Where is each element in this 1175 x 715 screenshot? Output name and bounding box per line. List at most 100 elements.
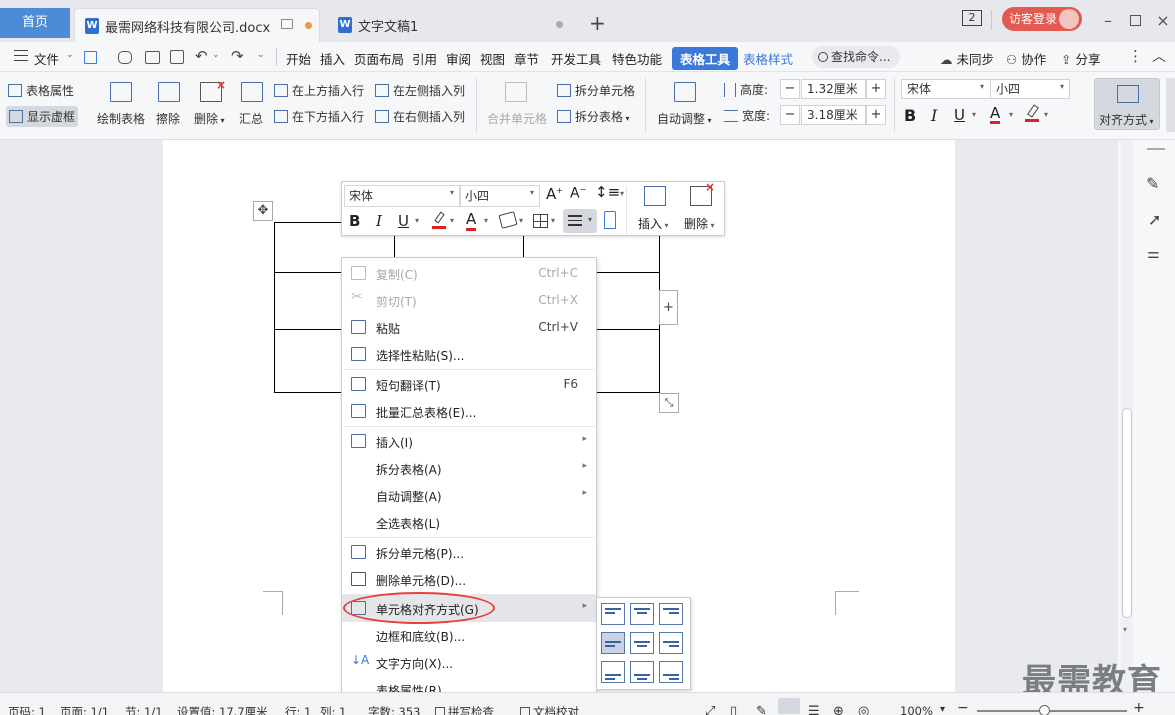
ctx-select-table[interactable]: 全选表格(L)	[342, 509, 596, 536]
ctx-delete-cells[interactable]: 删除单元格(D)...	[342, 566, 596, 593]
select-cursor-icon[interactable]: ➚	[1148, 210, 1161, 229]
mini-underline-button[interactable]: U	[398, 212, 409, 230]
doc-proofread-toggle[interactable]: 文档校对	[520, 704, 579, 715]
auto-fit-button[interactable]: 自动调整 ▾	[657, 110, 712, 127]
mini-insert-button[interactable]: 插入 ▾	[638, 215, 669, 232]
undo-dropdown-icon[interactable]: ⌄	[212, 50, 220, 60]
spell-check-toggle[interactable]: 拼写检查	[435, 704, 494, 715]
outline-view-icon[interactable]: ☰	[808, 704, 820, 715]
align-middle-center-button[interactable]	[630, 632, 654, 654]
merge-cells-button[interactable]: 合并单元格	[487, 110, 547, 127]
zoom-slider[interactable]	[977, 705, 1127, 715]
undo-icon[interactable]: ↶	[195, 47, 208, 65]
ribbon-scroll-right[interactable]	[1166, 78, 1175, 132]
web-view-icon[interactable]: ⊕	[833, 704, 844, 715]
login-button[interactable]: 访客登录	[1002, 7, 1082, 31]
hamburger-icon[interactable]	[14, 50, 28, 61]
fullscreen-icon[interactable]: ⤢	[705, 704, 715, 715]
edit-pen-icon[interactable]: ✎	[1146, 174, 1159, 193]
tab-document-2[interactable]: W 文字文稿1	[328, 8, 574, 42]
insert-col-left-button[interactable]: 在左侧插入列	[375, 82, 465, 99]
mini-font-color-button[interactable]: A	[466, 210, 477, 231]
menu-review[interactable]: 审阅	[446, 49, 471, 68]
menu-page-layout[interactable]: 页面布局	[354, 49, 404, 68]
mini-align-button[interactable]: ▾	[563, 209, 597, 233]
menu-developer[interactable]: 开发工具	[551, 49, 601, 68]
mini-highlight-dropdown-icon[interactable]: ▾	[450, 216, 454, 225]
menu-view[interactable]: 视图	[480, 49, 505, 68]
font-name-select[interactable]: 宋体	[901, 79, 991, 99]
new-tab-plus-icon[interactable]: +	[589, 11, 606, 35]
ctx-cut[interactable]: ✂ 剪切(T) Ctrl+X	[342, 287, 596, 314]
font-dropdown-icon[interactable]: ▾	[980, 82, 984, 91]
menu-file[interactable]: 文件	[34, 49, 59, 68]
export-icon[interactable]	[118, 51, 132, 64]
menu-start[interactable]: 开始	[286, 49, 311, 68]
tab-home[interactable]: 首页	[0, 8, 70, 38]
ctx-copy[interactable]: 复制(C) Ctrl+C	[342, 260, 596, 287]
collapse-ribbon-icon[interactable]: ︿	[1152, 46, 1166, 66]
save-icon[interactable]	[84, 51, 97, 64]
ctx-split-cells[interactable]: 拆分单元格(P)...	[342, 539, 596, 566]
height-input[interactable]: 1.32厘米	[801, 79, 866, 99]
ctx-paste-special[interactable]: 选择性粘贴(S)...	[342, 341, 596, 368]
align-button[interactable]: 对齐方式 ▾	[1094, 78, 1160, 130]
highlight-button[interactable]	[1025, 104, 1039, 122]
grow-font-icon[interactable]: A+	[546, 185, 563, 203]
page-view-icon[interactable]	[778, 698, 800, 714]
fill-color-icon[interactable]	[498, 211, 518, 229]
mini-font-color-dropdown-icon[interactable]: ▾	[484, 216, 488, 225]
ctx-batch-summary[interactable]: 批量汇总表格(E)...	[342, 398, 596, 425]
mini-size-select[interactable]: 小四	[460, 185, 540, 207]
vertical-scrollbar[interactable]: ▾	[1121, 140, 1133, 692]
ctx-paste[interactable]: 粘贴 Ctrl+V	[342, 314, 596, 341]
search-command-input[interactable]: 查找命令...	[812, 46, 900, 68]
align-bottom-left-button[interactable]	[601, 661, 625, 683]
align-bottom-right-button[interactable]	[659, 661, 683, 683]
maximize-icon[interactable]	[1125, 10, 1147, 32]
menu-references[interactable]: 引用	[412, 49, 437, 68]
font-size-select[interactable]: 小四	[990, 79, 1070, 99]
height-increase-button[interactable]: +	[866, 79, 886, 99]
insert-row-above-button[interactable]: 在上方插入行	[274, 82, 364, 99]
split-cells-button[interactable]: 拆分单元格	[557, 82, 635, 99]
mini-underline-dropdown-icon[interactable]: ▾	[415, 216, 419, 225]
table-resize-handle[interactable]: ⤡	[659, 393, 679, 413]
zoom-slider-thumb[interactable]	[1039, 705, 1050, 715]
print-icon[interactable]	[145, 51, 160, 64]
split-table-button[interactable]: 拆分表格 ▾	[557, 108, 630, 125]
shrink-font-icon[interactable]: A−	[570, 185, 586, 202]
font-color-dropdown-icon[interactable]: ▾	[1009, 110, 1013, 119]
draw-table-button[interactable]: 绘制表格	[97, 110, 145, 127]
menu-table-tools[interactable]: 表格工具	[672, 47, 739, 70]
scrollbar-thumb[interactable]	[1122, 408, 1132, 618]
table-move-handle[interactable]: ✥	[253, 201, 273, 221]
window-count-badge[interactable]: 2	[962, 10, 982, 26]
chevron-down-icon[interactable]: ⌄	[66, 50, 74, 60]
width-decrease-button[interactable]: −	[780, 105, 800, 125]
ctx-borders-shading[interactable]: 边框和底纹(B)...	[342, 622, 596, 649]
screen-icon[interactable]	[281, 19, 293, 29]
width-input[interactable]: 3.18厘米	[801, 105, 866, 125]
delete-button[interactable]: 删除 ▾	[194, 110, 225, 127]
menu-table-style[interactable]: 表格样式	[743, 49, 793, 68]
font-color-button[interactable]: A	[990, 105, 1001, 124]
mini-size-dropdown-icon[interactable]: ▾	[530, 188, 534, 197]
size-dropdown-icon[interactable]: ▾	[1060, 82, 1064, 91]
mini-italic-button[interactable]: I	[376, 212, 382, 230]
height-decrease-button[interactable]: −	[780, 79, 800, 99]
table-properties-button[interactable]: 表格属性	[8, 82, 74, 99]
mini-font-select[interactable]: 宋体	[344, 185, 460, 207]
scroll-down-icon[interactable]: ▾	[1123, 625, 1127, 634]
close-icon[interactable]: ×	[1152, 10, 1174, 32]
erase-button[interactable]: 擦除	[156, 110, 180, 127]
mini-highlight-button[interactable]	[432, 211, 446, 229]
width-increase-button[interactable]: +	[866, 105, 886, 125]
line-spacing-dropdown-icon[interactable]: ▾	[620, 189, 624, 198]
line-spacing-icon[interactable]: ↕≡	[595, 183, 620, 201]
read-mode-icon[interactable]: ▯	[730, 704, 737, 715]
mini-bold-button[interactable]: B	[349, 212, 360, 230]
menu-special[interactable]: 特色功能	[612, 49, 662, 68]
customize-quick-access-icon[interactable]: ⌄	[257, 50, 265, 60]
align-top-left-button[interactable]	[601, 603, 625, 625]
